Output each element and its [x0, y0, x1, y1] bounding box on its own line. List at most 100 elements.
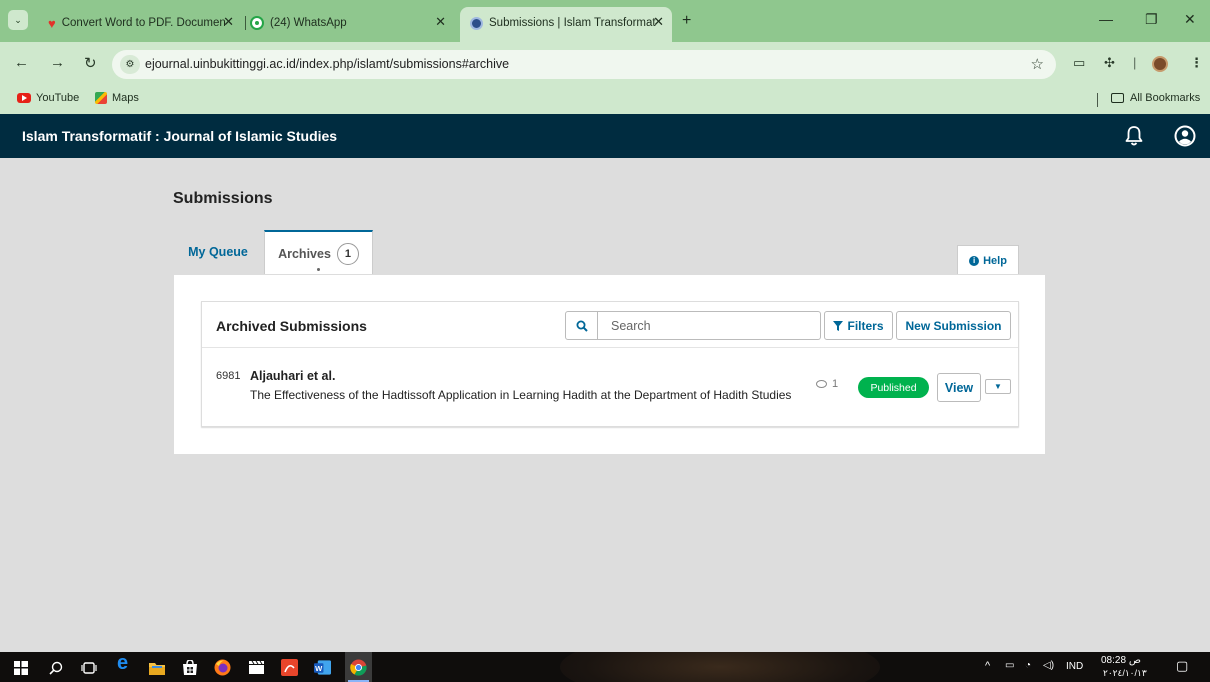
close-window-button[interactable]: ✕	[1184, 11, 1196, 28]
browser-tab-convert-pdf[interactable]: ♥ Convert Word to PDF. Documen ✕	[48, 13, 238, 33]
new-tab-button[interactable]: +	[682, 12, 691, 30]
video-editor-icon[interactable]	[248, 659, 265, 676]
windows-taskbar: e W ^ ▭ ◔ ◁) IND 08:28 ص ٢٠٢٤/١٠/١٣ ▢	[0, 652, 1210, 682]
tab-archives-label: Archives	[278, 247, 331, 261]
all-bookmarks-label: All Bookmarks	[1130, 92, 1201, 104]
all-bookmarks-button[interactable]: All Bookmarks	[1111, 92, 1200, 104]
chrome-icon	[350, 659, 367, 676]
tab-archives[interactable]: Archives 1	[264, 230, 373, 276]
tab-title: Submissions | Islam Transformat	[489, 17, 656, 29]
bookmarks-divider	[1097, 93, 1098, 107]
submissions-list-panel: Archived Submissions Filters New Submiss…	[201, 301, 1019, 427]
tab-title: (24) WhatsApp	[270, 17, 347, 29]
help-label: Help	[983, 254, 1007, 267]
back-arrow-icon[interactable]: ←	[14, 54, 29, 71]
pdf-app-icon[interactable]	[281, 659, 298, 676]
browser-toolbar: ← → ↻ ⚙ ejournal.uinbukittinggi.ac.id/in…	[0, 42, 1210, 86]
language-indicator[interactable]: IND	[1066, 661, 1083, 672]
address-bar[interactable]: ⚙ ejournal.uinbukittinggi.ac.id/index.ph…	[112, 50, 1056, 79]
submission-id: 6981	[216, 370, 241, 382]
reading-mode-icon[interactable]: ▭	[1073, 55, 1085, 71]
toolbar-divider: |	[1133, 55, 1137, 70]
url-text[interactable]: ejournal.uinbukittinggi.ac.id/index.php/…	[145, 57, 509, 71]
site-title[interactable]: Islam Transformatif : Journal of Islamic…	[22, 128, 337, 144]
submission-row[interactable]: 6981 Aljauhari et al. The Effectiveness …	[202, 349, 1018, 427]
youtube-icon	[17, 93, 31, 103]
tray-chevron-icon[interactable]: ^	[985, 660, 990, 672]
archives-count-badge: 1	[336, 243, 359, 265]
submission-title: The Effectiveness of the Hadtissoft Appl…	[250, 388, 792, 402]
tab-close-icon[interactable]: ✕	[223, 14, 234, 30]
wifi-icon[interactable]: ◔	[1025, 660, 1031, 671]
view-button[interactable]: View	[937, 373, 981, 402]
filters-label: Filters	[847, 318, 884, 333]
clock-date[interactable]: ٢٠٢٤/١٠/١٣	[1103, 668, 1147, 679]
info-icon: i	[969, 255, 980, 266]
filters-button[interactable]: Filters	[824, 311, 893, 340]
journal-favicon-icon	[470, 16, 483, 30]
tab-close-icon[interactable]: ✕	[653, 14, 664, 30]
new-submission-button[interactable]: New Submission	[896, 311, 1011, 340]
tab-my-queue[interactable]: My Queue	[173, 230, 263, 274]
clock-time[interactable]: 08:28 ص	[1101, 655, 1141, 666]
whatsapp-favicon-icon	[250, 16, 264, 30]
extensions-icon[interactable]: ✣	[1104, 55, 1115, 71]
active-tab-indicator	[317, 268, 320, 271]
firefox-icon[interactable]	[214, 659, 231, 676]
folder-icon	[1111, 93, 1124, 103]
search-icon[interactable]	[566, 312, 598, 339]
bookmark-youtube[interactable]: YouTube	[17, 92, 79, 104]
svg-text:W: W	[315, 664, 323, 673]
search-input[interactable]	[599, 312, 819, 339]
notifications-bell-icon[interactable]	[1124, 125, 1144, 147]
comment-bubble-icon	[816, 380, 827, 388]
minimize-window-button[interactable]: —	[1099, 11, 1113, 27]
submission-author: Aljauhari et al.	[250, 369, 336, 383]
bookmarks-bar: YouTube Maps All Bookmarks	[0, 86, 1210, 114]
page-title: Submissions	[173, 190, 273, 207]
page-content: Islam Transformatif : Journal of Islamic…	[0, 114, 1210, 652]
file-explorer-icon[interactable]	[148, 659, 165, 676]
list-header: Archived Submissions Filters New Submiss…	[202, 302, 1018, 348]
restore-window-button[interactable]: ❐	[1145, 11, 1158, 28]
status-badge: Published	[858, 377, 929, 398]
tab-close-icon[interactable]: ✕	[435, 14, 446, 30]
wallpaper-glow	[560, 652, 880, 682]
archives-panel: Archived Submissions Filters New Submiss…	[173, 274, 1046, 455]
help-button[interactable]: i Help	[957, 245, 1019, 275]
search-icon[interactable]	[47, 659, 64, 676]
edge-browser-icon[interactable]: e	[114, 652, 131, 674]
volume-icon[interactable]: ◁)	[1043, 660, 1054, 671]
list-title: Archived Submissions	[216, 318, 367, 334]
site-header: Islam Transformatif : Journal of Islamic…	[0, 114, 1210, 158]
tab-title: Convert Word to PDF. Documen	[61, 17, 226, 29]
windows-start-icon[interactable]	[12, 659, 29, 676]
comments-indicator: 1	[816, 378, 838, 390]
task-view-icon[interactable]	[80, 659, 97, 676]
search-field[interactable]	[565, 311, 821, 340]
bookmark-star-icon[interactable]: ☆	[1031, 55, 1044, 73]
chrome-taskbar-button[interactable]	[345, 652, 372, 682]
site-info-icon[interactable]: ⚙	[120, 55, 140, 74]
maps-icon	[95, 92, 107, 104]
user-account-icon[interactable]	[1174, 125, 1196, 147]
forward-arrow-icon[interactable]: →	[50, 54, 65, 71]
reload-icon[interactable]: ↻	[84, 54, 97, 72]
chrome-menu-icon[interactable]: ⋮	[1190, 55, 1203, 71]
browser-tab-strip: ⌄ ♥ Convert Word to PDF. Documen ✕ (24) …	[0, 0, 1210, 42]
store-icon[interactable]	[181, 659, 198, 676]
profile-avatar[interactable]	[1152, 56, 1168, 72]
filter-funnel-icon	[833, 320, 844, 331]
browser-tab-submissions[interactable]: Submissions | Islam Transformat ✕	[470, 13, 668, 33]
bookmark-label: Maps	[112, 92, 139, 104]
tab-search-button[interactable]: ⌄	[8, 10, 28, 30]
heart-favicon-icon: ♥	[48, 15, 56, 31]
browser-tab-whatsapp[interactable]: (24) WhatsApp ✕	[250, 13, 450, 33]
notifications-center-icon[interactable]: ▢	[1176, 658, 1188, 674]
bookmark-label: YouTube	[36, 92, 80, 104]
battery-icon[interactable]: ▭	[1005, 660, 1014, 671]
tab-separator	[245, 16, 246, 30]
expand-chevron-icon[interactable]: ▼	[985, 379, 1011, 394]
word-icon[interactable]: W	[314, 659, 331, 676]
bookmark-maps[interactable]: Maps	[95, 92, 139, 104]
